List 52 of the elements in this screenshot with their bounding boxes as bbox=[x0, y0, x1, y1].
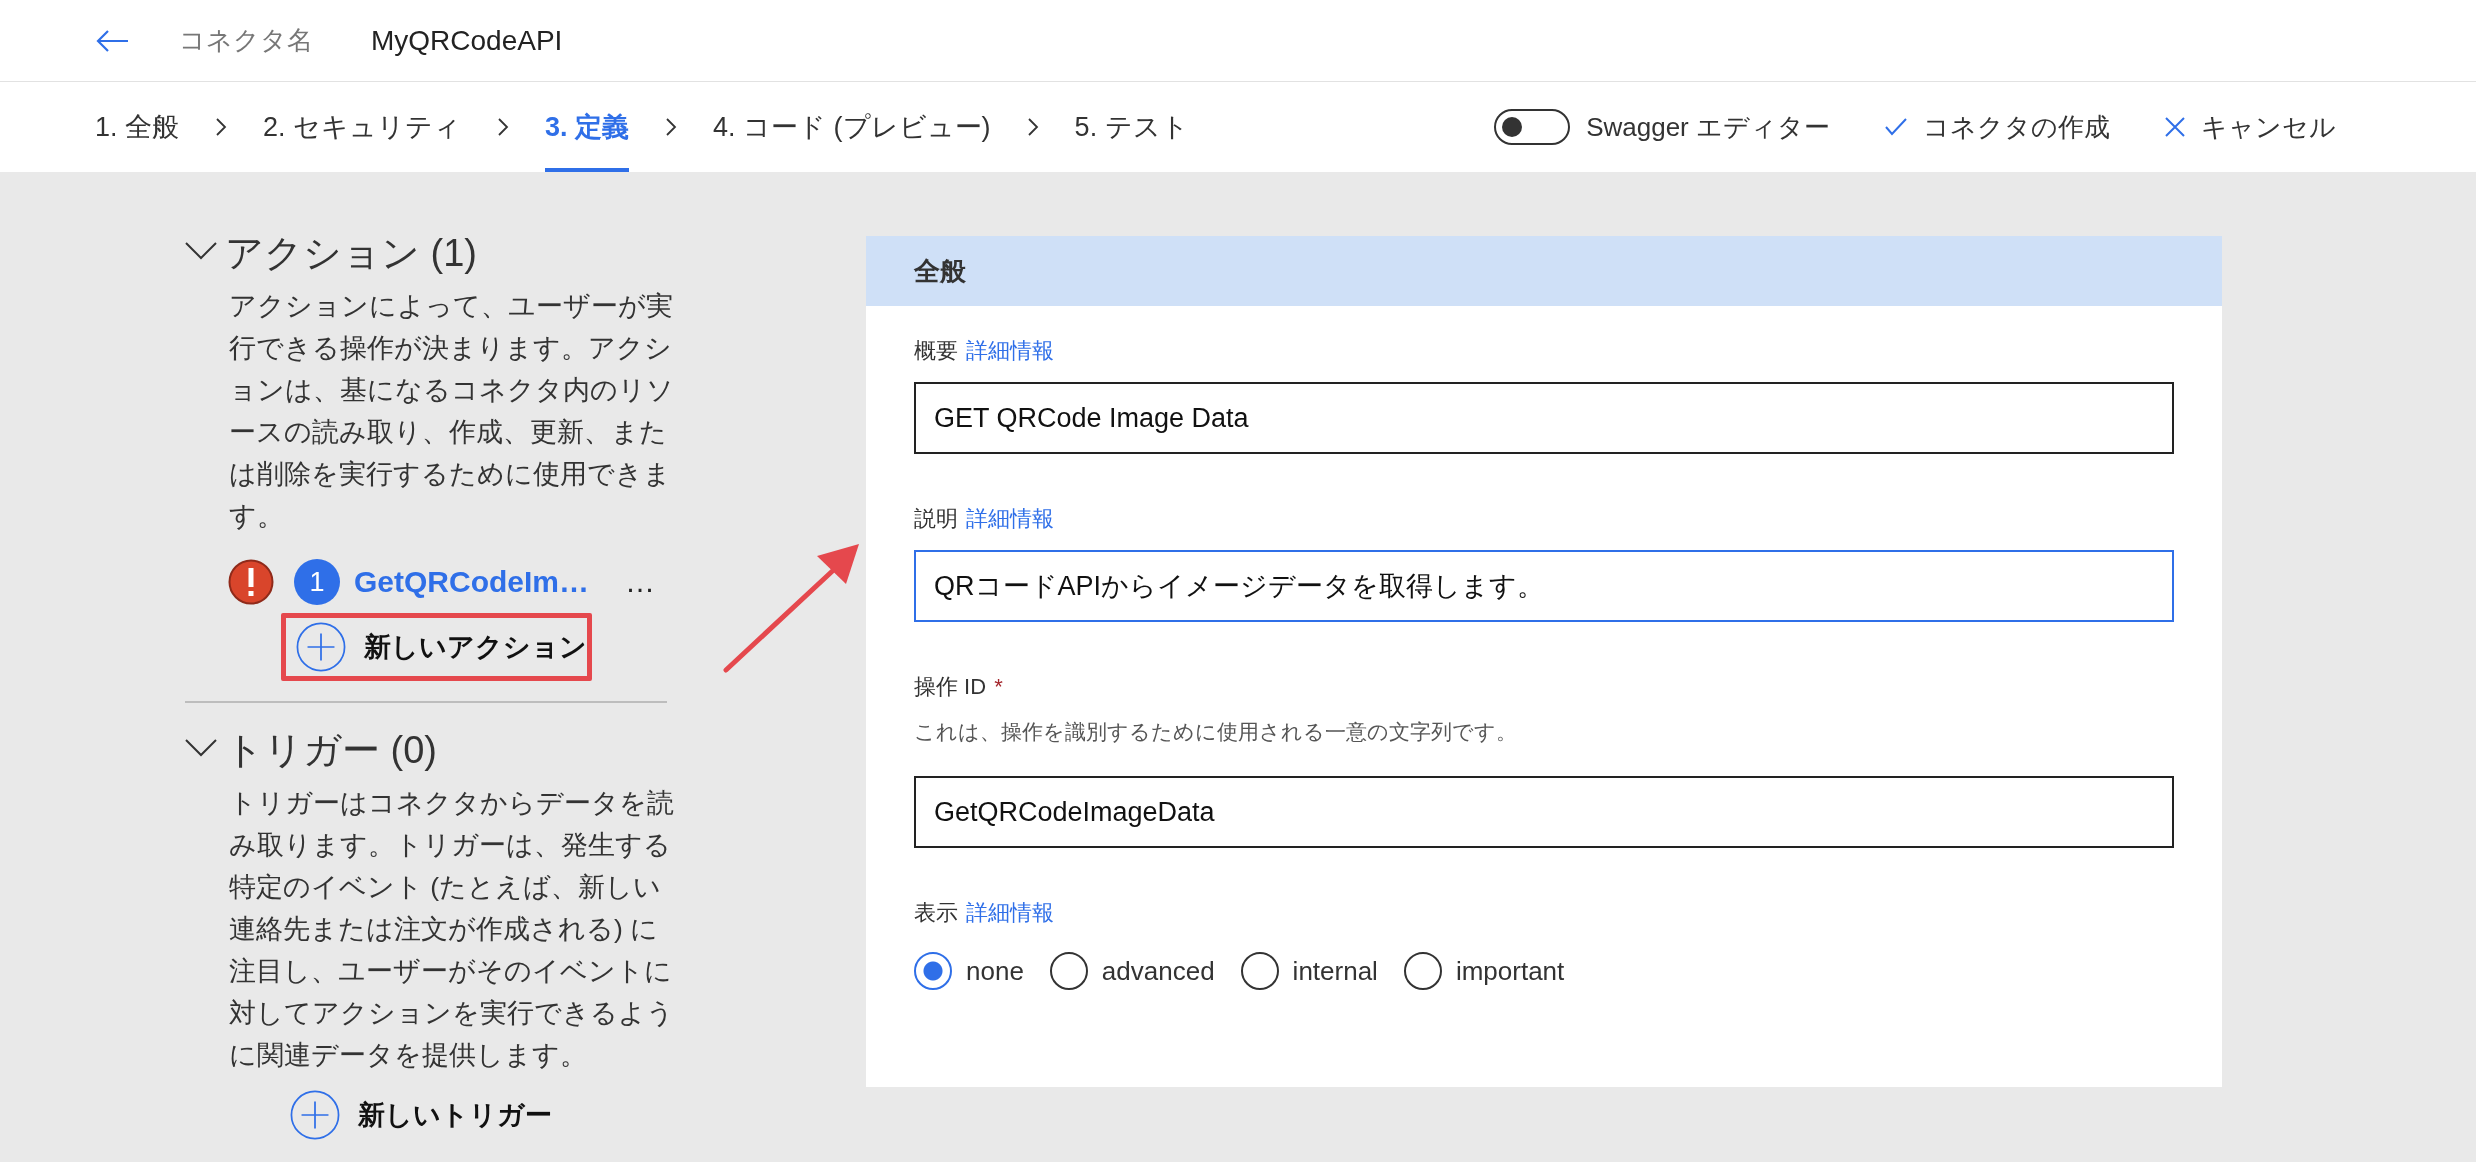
learn-more-link[interactable]: 詳細情報 bbox=[966, 504, 1054, 534]
new-trigger-button[interactable]: 新しいトリガー bbox=[290, 1090, 552, 1140]
step-tab[interactable]: 4. コード (プレビュー) bbox=[713, 82, 991, 172]
text-input-field[interactable]: GET QRCode Image Data bbox=[914, 382, 2174, 454]
add-icon bbox=[296, 622, 346, 672]
connector-name: MyQRCodeAPI bbox=[371, 24, 563, 57]
radio-button[interactable] bbox=[914, 952, 952, 990]
learn-more-link[interactable]: 詳細情報 bbox=[966, 898, 1054, 928]
text-input-field[interactable]: QRコードAPIからイメージデータを取得します。 bbox=[914, 550, 2174, 622]
swagger-editor-toggle[interactable]: Swagger エディター bbox=[1494, 109, 1830, 145]
create-connector-button[interactable]: コネクタの作成 bbox=[1885, 109, 2110, 145]
more-options-button[interactable]: … bbox=[625, 565, 656, 599]
new-action-button[interactable]: 新しいアクション bbox=[296, 622, 587, 672]
radio-button[interactable] bbox=[1240, 952, 1279, 990]
step-tab[interactable]: 2. セキュリティ bbox=[263, 82, 462, 172]
radio-option[interactable]: none bbox=[914, 952, 1024, 990]
panel-title: 全般 bbox=[914, 254, 966, 288]
learn-more-link[interactable]: 詳細情報 bbox=[966, 336, 1054, 366]
radio-button[interactable] bbox=[1049, 952, 1088, 990]
close-icon bbox=[2165, 117, 2185, 137]
add-icon bbox=[290, 1090, 340, 1140]
radio-option[interactable]: internal bbox=[1240, 952, 1378, 990]
chevron-right-icon bbox=[1026, 117, 1039, 137]
actions-description: アクションによって、ユーザーが実行できる操作が決まります。アクションは、基になるコネクタ内のリソースの読み取り、作成、更新、または削除を実行するために使用できます。 bbox=[229, 290, 675, 533]
required-asterisk: * bbox=[994, 674, 1003, 700]
radio-option[interactable]: advanced bbox=[1049, 952, 1215, 990]
action-link[interactable]: GetQRCodeIm… bbox=[354, 565, 590, 599]
actions-section-header[interactable]: アクション (1) bbox=[185, 228, 477, 279]
field-label: 概要 bbox=[914, 337, 958, 365]
chevron-right-icon bbox=[215, 117, 228, 137]
step-tab[interactable]: 1. 全般 bbox=[95, 82, 180, 172]
action-number-badge: 1 bbox=[294, 559, 340, 605]
section-title: トリガー (0) bbox=[225, 728, 437, 773]
field-label: 操作 ID bbox=[914, 673, 987, 701]
field-label: 表示 bbox=[914, 899, 958, 927]
chevron-right-icon bbox=[497, 117, 510, 137]
radio-button[interactable] bbox=[1403, 952, 1442, 990]
triggers-section-header[interactable]: トリガー (0) bbox=[185, 725, 437, 776]
chevron-right-icon bbox=[665, 117, 678, 137]
section-title: アクション (1) bbox=[225, 231, 477, 276]
radio-option[interactable]: important bbox=[1403, 952, 1565, 990]
step-tab[interactable]: 5. テスト bbox=[1074, 82, 1189, 172]
back-arrow-icon[interactable] bbox=[95, 28, 129, 53]
cancel-button[interactable]: キャンセル bbox=[2165, 109, 2336, 145]
connector-name-label: コネクタ名 bbox=[179, 24, 313, 57]
field-hint: これは、操作を識別するために使用される一意の文字列です。 bbox=[914, 719, 1518, 745]
triggers-description: トリガーはコネクタからデータを読み取ります。トリガーは、発生する特定のイベント (たとえば、新しい連絡先または注文が作成される) に注目し、ユーザーがそのイベントに対してアクションを実行できるように関連データを提供します。 bbox=[229, 787, 675, 1072]
step-tab[interactable]: 3. 定義 bbox=[545, 82, 630, 172]
checkmark-icon bbox=[1885, 118, 1907, 136]
field-label: 説明 bbox=[914, 505, 958, 533]
toggle-switch[interactable] bbox=[1494, 109, 1571, 145]
text-input-field[interactable]: GetQRCodeImageData bbox=[914, 776, 2174, 848]
